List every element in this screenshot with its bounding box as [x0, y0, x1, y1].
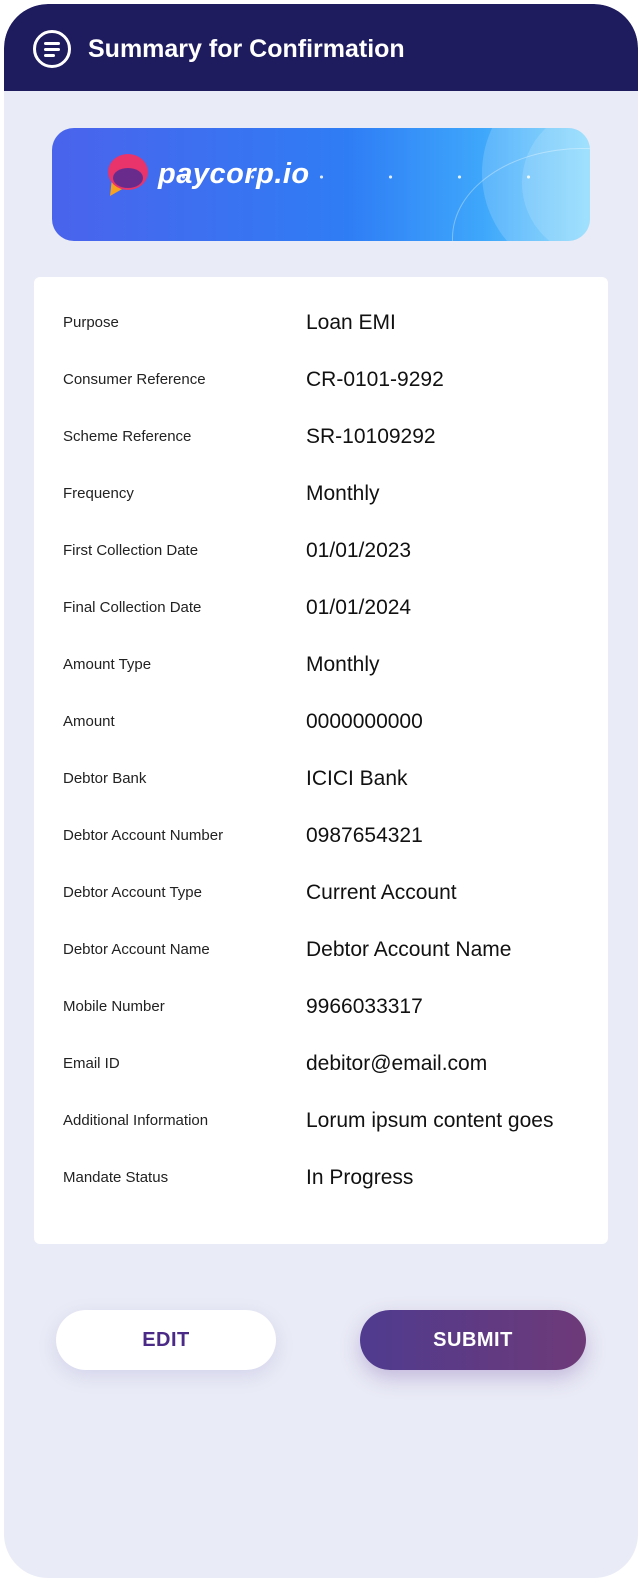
- row-label: Debtor Account Name: [63, 941, 210, 958]
- row-label: Scheme Reference: [63, 428, 192, 445]
- row-value: In Progress: [306, 1166, 414, 1189]
- summary-row-mandate-status: Mandate Status In Progress: [34, 1158, 608, 1198]
- row-value: SR-10109292: [306, 425, 436, 448]
- summary-row-email-id: Email ID debitor@email.com: [34, 1044, 608, 1084]
- summary-row-amount-type: Amount Type Monthly: [34, 645, 608, 685]
- row-label: Debtor Bank: [63, 770, 147, 787]
- row-label: Consumer Reference: [63, 371, 206, 388]
- row-label: Debtor Account Number: [63, 827, 224, 844]
- summary-card: Purpose Loan EMI Consumer Reference CR-0…: [34, 277, 608, 1244]
- row-value: Current Account: [306, 881, 457, 904]
- app-header: Summary for Confirmation: [4, 4, 638, 91]
- app-screen: Summary for Confirmation paycorp.io Purp…: [4, 4, 638, 1578]
- summary-row-consumer-reference: Consumer Reference CR-0101-9292: [34, 360, 608, 400]
- row-label: Debtor Account Type: [63, 884, 202, 901]
- paycorp-logo-icon: [108, 154, 148, 196]
- summary-row-frequency: Frequency Monthly: [34, 474, 608, 514]
- row-value: Loan EMI: [306, 311, 396, 334]
- summary-row-debtor-account-type: Debtor Account Type Current Account: [34, 873, 608, 913]
- summary-row-mobile-number: Mobile Number 9966033317: [34, 987, 608, 1027]
- row-label: Purpose: [63, 314, 119, 331]
- submit-button[interactable]: SUBMIT: [360, 1310, 586, 1370]
- row-label: Mandate Status: [63, 1169, 169, 1186]
- summary-row-additional-information: Additional Information Lorum ipsum conte…: [34, 1101, 608, 1141]
- summary-row-first-collection-date: First Collection Date 01/01/2023: [34, 531, 608, 571]
- row-value: debitor@email.com: [306, 1052, 488, 1075]
- summary-row-debtor-account-name: Debtor Account Name Debtor Account Name: [34, 930, 608, 970]
- row-value: 01/01/2023: [306, 539, 412, 562]
- row-value: 9966033317: [306, 995, 423, 1018]
- row-value: Monthly: [306, 482, 380, 505]
- row-value: ICICI Bank: [306, 767, 408, 790]
- row-label: Amount Type: [63, 656, 152, 673]
- banner-dots: [80, 148, 560, 218]
- menu-icon[interactable]: [33, 30, 71, 68]
- row-value: 0987654321: [306, 824, 423, 847]
- row-value: Lorum ipsum content goes: [306, 1109, 554, 1132]
- row-value: CR-0101-9292: [306, 368, 444, 391]
- summary-row-final-collection-date: Final Collection Date 01/01/2024: [34, 588, 608, 628]
- row-label: Email ID: [63, 1055, 120, 1072]
- page-title: Summary for Confirmation: [88, 35, 405, 63]
- row-value: 01/01/2024: [306, 596, 412, 619]
- summary-row-debtor-bank: Debtor Bank ICICI Bank: [34, 759, 608, 799]
- row-label: Frequency: [63, 485, 134, 502]
- summary-row-purpose: Purpose Loan EMI: [34, 303, 608, 343]
- row-label: Final Collection Date: [63, 599, 202, 616]
- summary-row-scheme-reference: Scheme Reference SR-10109292: [34, 417, 608, 457]
- row-label: Mobile Number: [63, 998, 165, 1015]
- summary-row-debtor-account-number: Debtor Account Number 0987654321: [34, 816, 608, 856]
- summary-row-amount: Amount 0000000000: [34, 702, 608, 742]
- row-label: First Collection Date: [63, 542, 199, 559]
- edit-button[interactable]: EDIT: [56, 1310, 276, 1370]
- row-label: Additional Information: [63, 1112, 209, 1129]
- row-value: 0000000000: [306, 710, 423, 733]
- brand-name: paycorp.io: [158, 158, 310, 190]
- row-value: Monthly: [306, 653, 380, 676]
- row-label: Amount: [63, 713, 115, 730]
- brand-banner: paycorp.io: [52, 128, 590, 241]
- row-value: Debtor Account Name: [306, 938, 512, 961]
